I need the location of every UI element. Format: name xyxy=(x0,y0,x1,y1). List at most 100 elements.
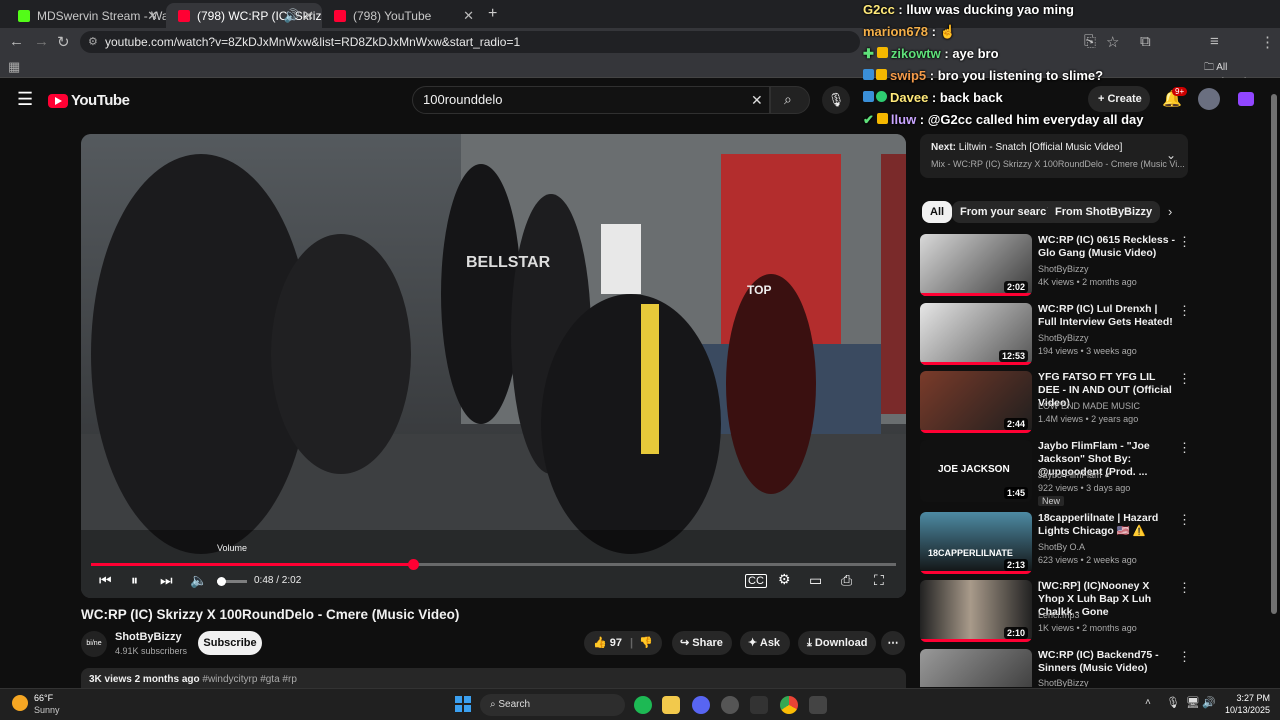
video-thumbnail[interactable]: 2:10 xyxy=(920,580,1032,642)
recommendation-item[interactable]: 12:53 WC:RP (IC) Lul Drenxh | Full Inter… xyxy=(920,303,1280,369)
description-box[interactable]: 3K views 2 months ago #windycityrp #gta … xyxy=(81,668,906,688)
progress-bar[interactable] xyxy=(91,559,896,570)
cast-icon[interactable]: ⎙ xyxy=(841,572,852,589)
browser-menu-icon[interactable]: ⋮ xyxy=(1260,33,1275,51)
recommendation-item[interactable]: 2:02 WC:RP (IC) 0615 Reckless - Glo Gang… xyxy=(920,234,1280,300)
close-tab-icon[interactable]: ✕ xyxy=(147,8,158,24)
reload-icon[interactable]: ↻ xyxy=(57,33,70,51)
chevron-right-icon[interactable]: › xyxy=(1168,204,1172,219)
forward-icon[interactable]: → xyxy=(34,33,49,50)
previous-icon[interactable]: ⏮ xyxy=(99,572,112,589)
settings-gear-icon[interactable]: ⚙ xyxy=(778,571,791,588)
close-tab-icon[interactable]: ✕ xyxy=(463,8,474,24)
more-actions-button[interactable]: ⋯ xyxy=(881,631,905,655)
up-next-card[interactable]: Next: Liltwin - Snatch [Official Music V… xyxy=(920,134,1188,178)
captions-icon[interactable]: CC xyxy=(745,574,767,588)
windows-start-icon[interactable] xyxy=(455,696,471,712)
volume-handle[interactable] xyxy=(217,577,226,586)
taskbar-search[interactable]: ⌕ Search xyxy=(480,694,625,716)
filter-chip-from-search[interactable]: From your search xyxy=(952,201,1061,223)
app-icon[interactable] xyxy=(809,696,827,714)
video-thumbnail[interactable]: 2:02 xyxy=(920,234,1032,296)
like-button[interactable]: 👍 97 xyxy=(593,631,622,655)
more-options-icon[interactable]: ⋮ xyxy=(1178,440,1191,456)
next-video-title: Liltwin - Snatch [Official Music Video] xyxy=(958,142,1123,153)
tab-youtube[interactable]: (798) YouTube ✕ xyxy=(322,3,482,28)
video-thumbnail[interactable] xyxy=(920,649,1032,687)
clock-date[interactable]: 10/13/2025 xyxy=(1218,705,1270,715)
page-scrollbar[interactable] xyxy=(1270,82,1278,686)
recommendation-item[interactable]: 18CAPPERLILNATE 2:13 18capperlilnate | Ha… xyxy=(920,512,1280,578)
theater-mode-icon[interactable]: ▭ xyxy=(809,572,822,589)
share-label: Share xyxy=(692,637,723,649)
filter-chip-from-channel[interactable]: From ShotByBizzy xyxy=(1047,201,1161,223)
chrome-icon[interactable] xyxy=(780,696,798,714)
filter-chip-all[interactable]: All xyxy=(922,201,953,223)
volume-icon[interactable]: 🔈 xyxy=(190,572,207,589)
tab-current-video[interactable]: (798) WC:RP (IC) Skrizzy X 1 🔊 ✕ xyxy=(166,3,322,28)
file-explorer-icon[interactable] xyxy=(662,696,680,714)
recommendation-channel: ShotByBizzy xyxy=(1038,678,1089,687)
recommendation-item[interactable]: JOE JACKSON 1:45 Jaybo FlimFlam - "Joe Ja… xyxy=(920,440,1280,506)
hamburger-menu-icon[interactable]: ☰ xyxy=(17,89,33,110)
channel-name[interactable]: ShotByBizzy xyxy=(115,631,182,643)
back-icon[interactable]: ← xyxy=(9,33,24,50)
microphone-tray-icon[interactable]: 🎙 xyxy=(1166,696,1180,709)
chat-separator: : xyxy=(928,24,940,39)
voice-search-button[interactable]: 🎙 xyxy=(822,86,850,114)
close-tab-icon[interactable]: ✕ xyxy=(303,8,314,24)
more-options-icon[interactable]: ⋮ xyxy=(1178,371,1191,387)
subscribe-button[interactable]: Subscribe xyxy=(198,631,262,655)
more-options-icon[interactable]: ⋮ xyxy=(1178,512,1191,528)
video-thumbnail[interactable]: JOE JACKSON 1:45 xyxy=(920,440,1032,502)
search-button[interactable]: ⌕ xyxy=(770,86,810,114)
discord-icon[interactable] xyxy=(692,696,710,714)
channel-avatar[interactable]: bi/ne xyxy=(81,631,107,657)
fullscreen-icon[interactable]: ⛶ xyxy=(874,572,884,589)
hashtags[interactable]: #windycityrp #gta #rp xyxy=(202,674,297,685)
video-thumbnail[interactable]: 12:53 xyxy=(920,303,1032,365)
epic-games-icon[interactable] xyxy=(750,696,768,714)
tab-mdswervin[interactable]: MDSwervin Stream - Watch Live ✕ xyxy=(6,3,166,28)
pause-icon[interactable]: ⏸ xyxy=(131,572,138,589)
recommendation-item[interactable]: 2:10 [WC:RP] (IC)Nooney X Yhop X Luh Bap… xyxy=(920,580,1280,646)
scrollbar-thumb[interactable] xyxy=(1271,94,1277,614)
network-icon[interactable]: 🖥 xyxy=(1186,696,1200,709)
share-button[interactable]: ↪ Share xyxy=(672,631,732,655)
weather-sun-icon[interactable] xyxy=(12,695,28,711)
more-options-icon[interactable]: ⋮ xyxy=(1178,580,1191,596)
download-icon: ⤓ xyxy=(807,637,815,649)
recommendation-item[interactable]: WC:RP (IC) Backend75 - Sinners (Music Vi… xyxy=(920,649,1280,687)
ask-button[interactable]: ✦ Ask xyxy=(740,631,790,655)
new-tab-button[interactable]: + xyxy=(488,5,497,23)
youtube-logo[interactable]: YouTube xyxy=(48,92,130,109)
twitch-extension-icon[interactable] xyxy=(1238,92,1254,106)
chat-username: Davee xyxy=(890,90,929,105)
search-input[interactable]: 100rounddelo ✕ xyxy=(412,86,770,114)
share-icon: ↪ xyxy=(680,637,693,649)
tray-overflow-icon[interactable]: ˄ xyxy=(1145,697,1151,708)
volume-slider[interactable] xyxy=(217,577,247,586)
next-icon[interactable]: ⏭ xyxy=(160,572,173,589)
video-player[interactable]: BELLSTAR TOP Volume ⏮ ⏸ ⏭ 🔈 0:48 / 2:02 … xyxy=(81,134,906,598)
chevron-down-icon[interactable]: ⌄ xyxy=(1166,148,1176,162)
steam-icon[interactable] xyxy=(721,696,739,714)
speaker-icon[interactable]: 🔊 xyxy=(284,8,300,24)
dislike-button[interactable]: 👎 xyxy=(639,631,653,655)
video-thumbnail[interactable]: 18CAPPERLILNATE 2:13 xyxy=(920,512,1032,574)
apps-grid-icon[interactable]: ▦ xyxy=(8,59,20,75)
recommendation-item[interactable]: 2:44 YFG FATSO FT YFG LIL DEE - IN AND O… xyxy=(920,371,1280,437)
scrubber-handle[interactable] xyxy=(408,559,419,570)
volume-tray-icon[interactable]: 🔊 xyxy=(1202,696,1216,709)
more-options-icon[interactable]: ⋮ xyxy=(1178,649,1191,665)
video-thumbnail[interactable]: 2:44 xyxy=(920,371,1032,433)
download-button[interactable]: ⤓ Download xyxy=(798,631,876,655)
clock-time[interactable]: 3:27 PM xyxy=(1222,693,1270,703)
more-options-icon[interactable]: ⋮ xyxy=(1178,303,1191,319)
spotify-icon[interactable] xyxy=(634,696,652,714)
site-info-icon[interactable]: ⚙ xyxy=(88,31,98,53)
next-label: Next: xyxy=(931,142,957,153)
more-options-icon[interactable]: ⋮ xyxy=(1178,234,1191,250)
clear-search-icon[interactable]: ✕ xyxy=(751,87,763,113)
url-field[interactable]: ⚙ youtube.com/watch?v=8ZkDJxMnWxw&list=R… xyxy=(80,31,860,53)
